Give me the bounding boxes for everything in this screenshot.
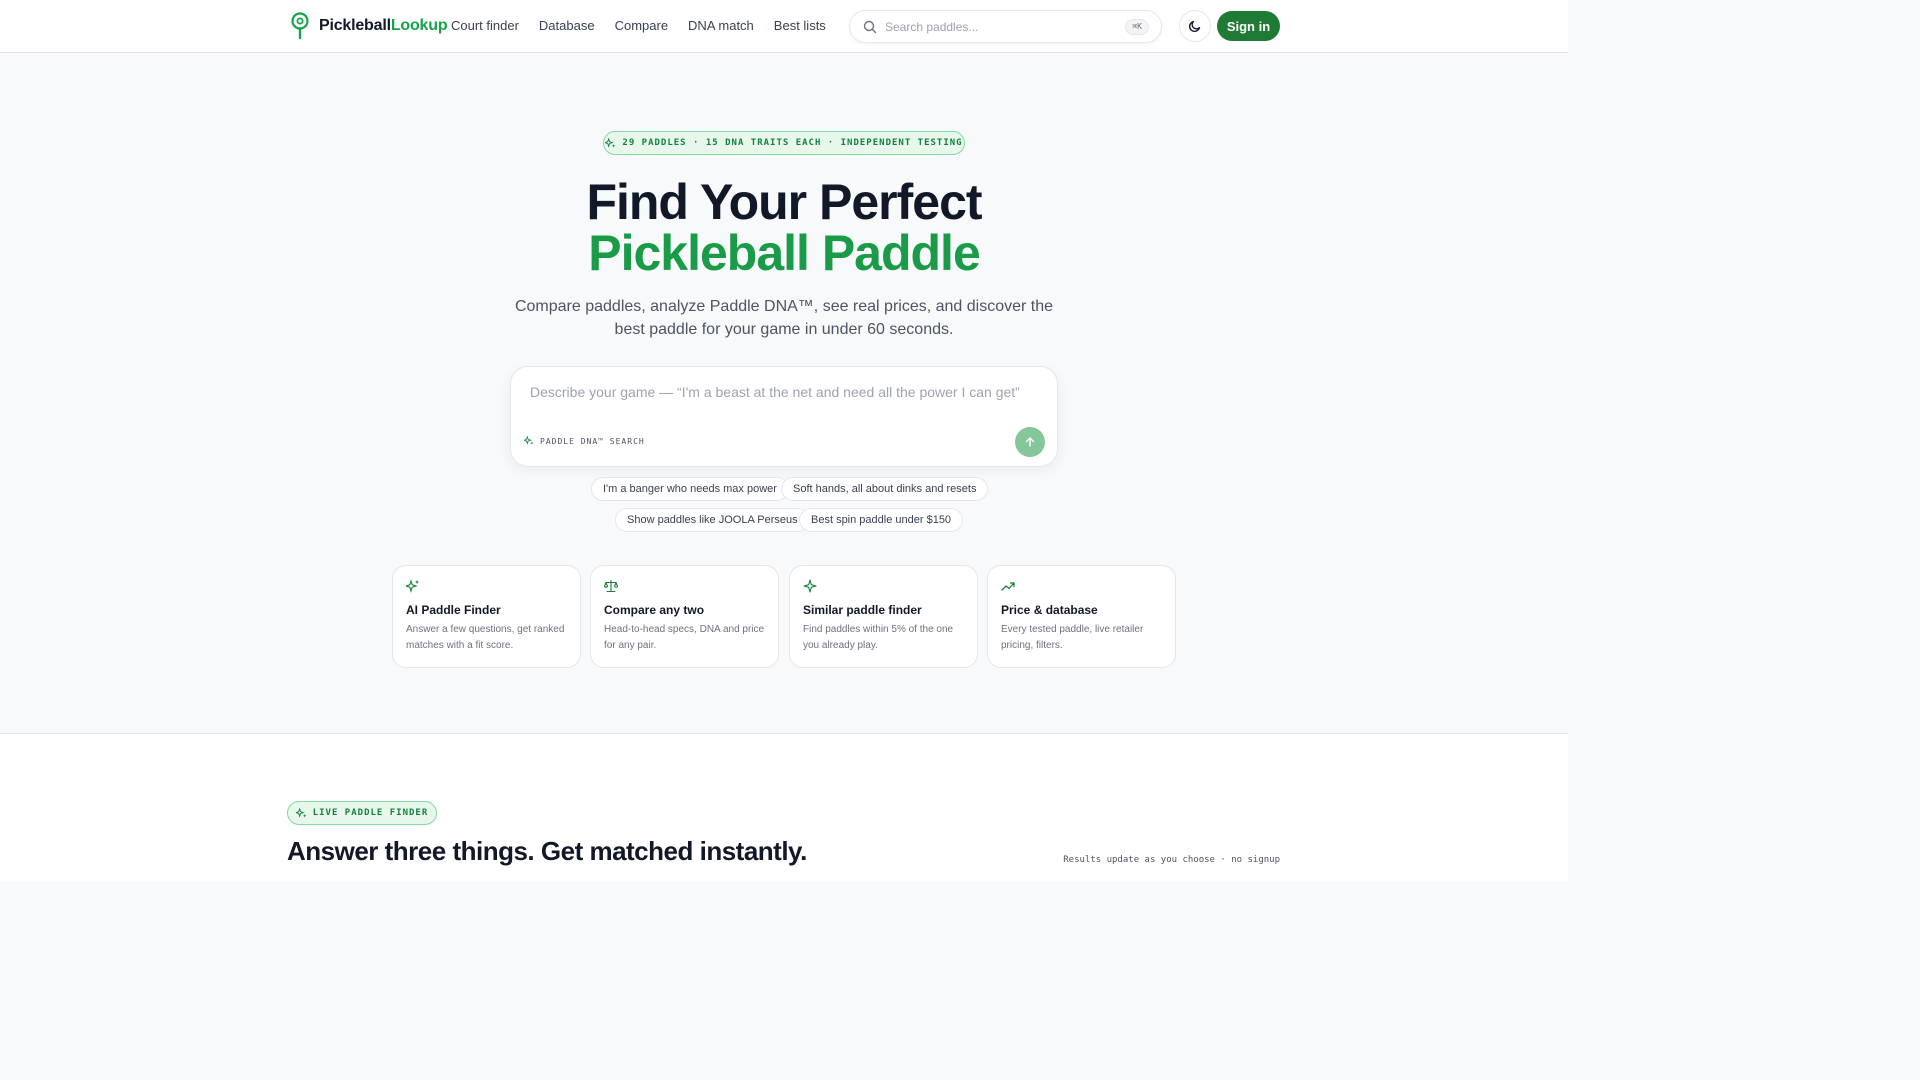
hero-title-line2: Pickleball Paddle: [588, 225, 981, 281]
nav-compare[interactable]: Compare: [615, 18, 668, 33]
sparkle-icon: [803, 579, 817, 593]
ai-search-label: PADDLE DNA™ SEARCH: [524, 436, 645, 446]
finder-section-title: Answer three things. Get matched instant…: [287, 836, 807, 866]
top-navbar: PickleballLookup Court finder Database C…: [0, 0, 1568, 53]
feature-card-similar[interactable]: Similar paddle finder Find paddles withi…: [789, 565, 978, 668]
feature-card-desc: Head-to-head specs, DNA and price for an…: [604, 624, 765, 651]
brand-logo-link[interactable]: PickleballLookup: [289, 12, 448, 40]
feature-card-title: AI Paddle Finder: [406, 603, 501, 617]
live-finder-badge-text: LIVE PADDLE FINDER: [312, 808, 429, 818]
hero-subtitle: Compare paddles, analyze Paddle DNA™, se…: [514, 298, 1054, 338]
ai-search-box: PADDLE DNA™ SEARCH: [510, 366, 1058, 467]
feature-card-desc: Find paddles within 5% of the one you al…: [803, 624, 954, 651]
stats-badge: 29 PADDLES · 15 DNA TRAITS EACH · INDEPE…: [603, 131, 965, 155]
sparkles-icon: [295, 807, 307, 818]
sign-in-button[interactable]: Sign in: [1217, 11, 1280, 41]
search-bar: ⌘K: [849, 10, 1162, 43]
finder-section-note: Results update as you choose · no signup: [1063, 855, 1280, 865]
feature-card-title: Similar paddle finder: [803, 603, 922, 617]
nav-dna-match[interactable]: DNA match: [688, 18, 754, 33]
nav-database[interactable]: Database: [539, 18, 595, 33]
stats-badge-text: 29 PADDLES · 15 DNA TRAITS EACH · INDEPE…: [622, 138, 963, 148]
feature-card-desc: Answer a few questions, get ranked match…: [406, 624, 565, 651]
keyboard-shortcut-badge: ⌘K: [1125, 19, 1149, 35]
nav-court-finder[interactable]: Court finder: [451, 18, 519, 33]
feature-card-title: Compare any two: [604, 603, 705, 617]
paddle-pin-icon: [291, 12, 309, 40]
suggestion-chip[interactable]: Soft hands, all about dinks and resets: [781, 477, 989, 501]
nav-best-lists[interactable]: Best lists: [774, 18, 826, 33]
feature-card-compare[interactable]: Compare any two Head-to-head specs, DNA …: [590, 565, 779, 668]
search-icon: [863, 20, 877, 34]
suggestion-chip[interactable]: Best spin paddle under $150: [799, 508, 964, 532]
hero-title-line1: Find Your Perfect: [586, 174, 982, 230]
sparkles-icon: [605, 137, 616, 148]
ai-search-label-text: PADDLE DNA™ SEARCH: [540, 436, 645, 446]
arrow-up-icon: [1025, 437, 1035, 447]
main-nav: Court finder Database Compare DNA match …: [451, 18, 826, 33]
sparkles-icon: [524, 436, 534, 445]
feature-card-desc: Every tested paddle, live retailer prici…: [1001, 624, 1144, 651]
ai-submit-button[interactable]: [1015, 427, 1045, 457]
suggestion-chip[interactable]: Show paddles like JOOLA Perseus: [615, 508, 810, 532]
feature-card-ai-finder[interactable]: AI Paddle Finder Answer a few questions,…: [392, 565, 581, 668]
feature-card-title: Price & database: [1001, 603, 1098, 617]
moon-icon: [1188, 20, 1201, 33]
search-input[interactable]: [885, 18, 1115, 36]
live-finder-badge: LIVE PADDLE FINDER: [287, 801, 437, 825]
sparkles-icon: [406, 579, 419, 593]
suggestion-chip[interactable]: I'm a banger who needs max power: [591, 477, 789, 501]
theme-toggle-button[interactable]: [1179, 10, 1211, 42]
brand-name: PickleballLookup: [319, 17, 448, 34]
scale-icon: [604, 579, 618, 593]
feature-card-price-database[interactable]: Price & database Every tested paddle, li…: [987, 565, 1176, 668]
paddle-finder-section: LIVE PADDLE FINDER Answer three things. …: [0, 733, 1568, 882]
trending-up-icon: [1001, 582, 1015, 591]
ai-search-input[interactable]: [530, 384, 1040, 406]
